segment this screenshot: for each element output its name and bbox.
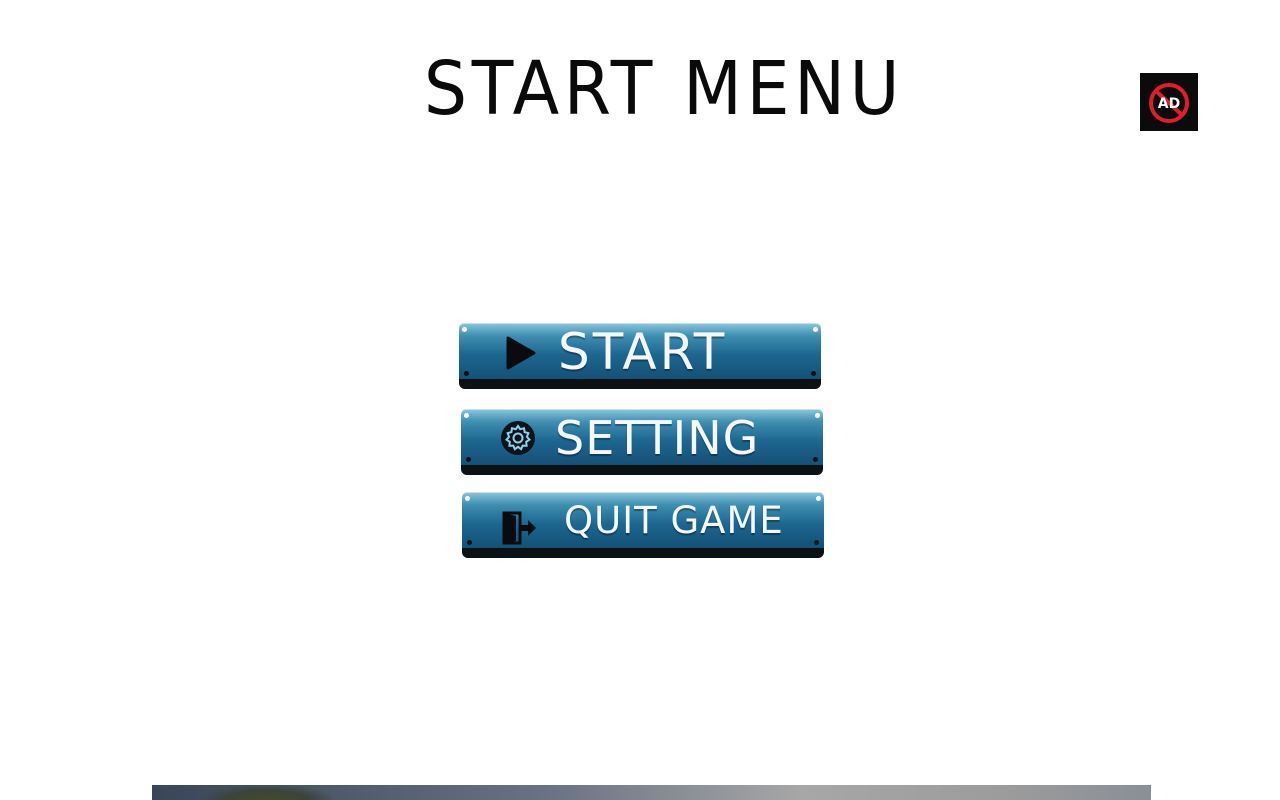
rivet <box>813 327 818 332</box>
button-base <box>461 465 823 475</box>
setting-button[interactable]: SETTING <box>461 409 823 475</box>
banner-image <box>202 785 332 800</box>
ad-banner[interactable] <box>152 785 1151 800</box>
rivet <box>464 371 469 376</box>
page-title: START MENU <box>423 46 905 132</box>
setting-label: SETTING <box>555 411 760 465</box>
no-ads-label: AD <box>1158 96 1180 112</box>
rivet <box>816 496 821 501</box>
rivet <box>465 496 470 501</box>
exit-door-icon <box>502 511 538 549</box>
rivet <box>811 371 816 376</box>
rivet <box>813 457 818 462</box>
start-label: START <box>558 323 728 381</box>
rivet <box>466 457 471 462</box>
quit-game-button[interactable]: QUIT GAME <box>462 492 824 558</box>
gear-icon <box>499 419 537 461</box>
rivet <box>815 413 820 418</box>
remove-ads-button[interactable]: AD <box>1140 73 1198 131</box>
button-base <box>462 548 824 558</box>
start-button[interactable]: START <box>459 323 821 389</box>
play-icon <box>505 336 537 374</box>
rivet <box>462 327 467 332</box>
no-ads-icon: AD <box>1149 83 1189 123</box>
quit-game-label: QUIT GAME <box>564 499 784 542</box>
rivet <box>464 413 469 418</box>
rivet <box>814 540 819 545</box>
rivet <box>467 540 472 545</box>
